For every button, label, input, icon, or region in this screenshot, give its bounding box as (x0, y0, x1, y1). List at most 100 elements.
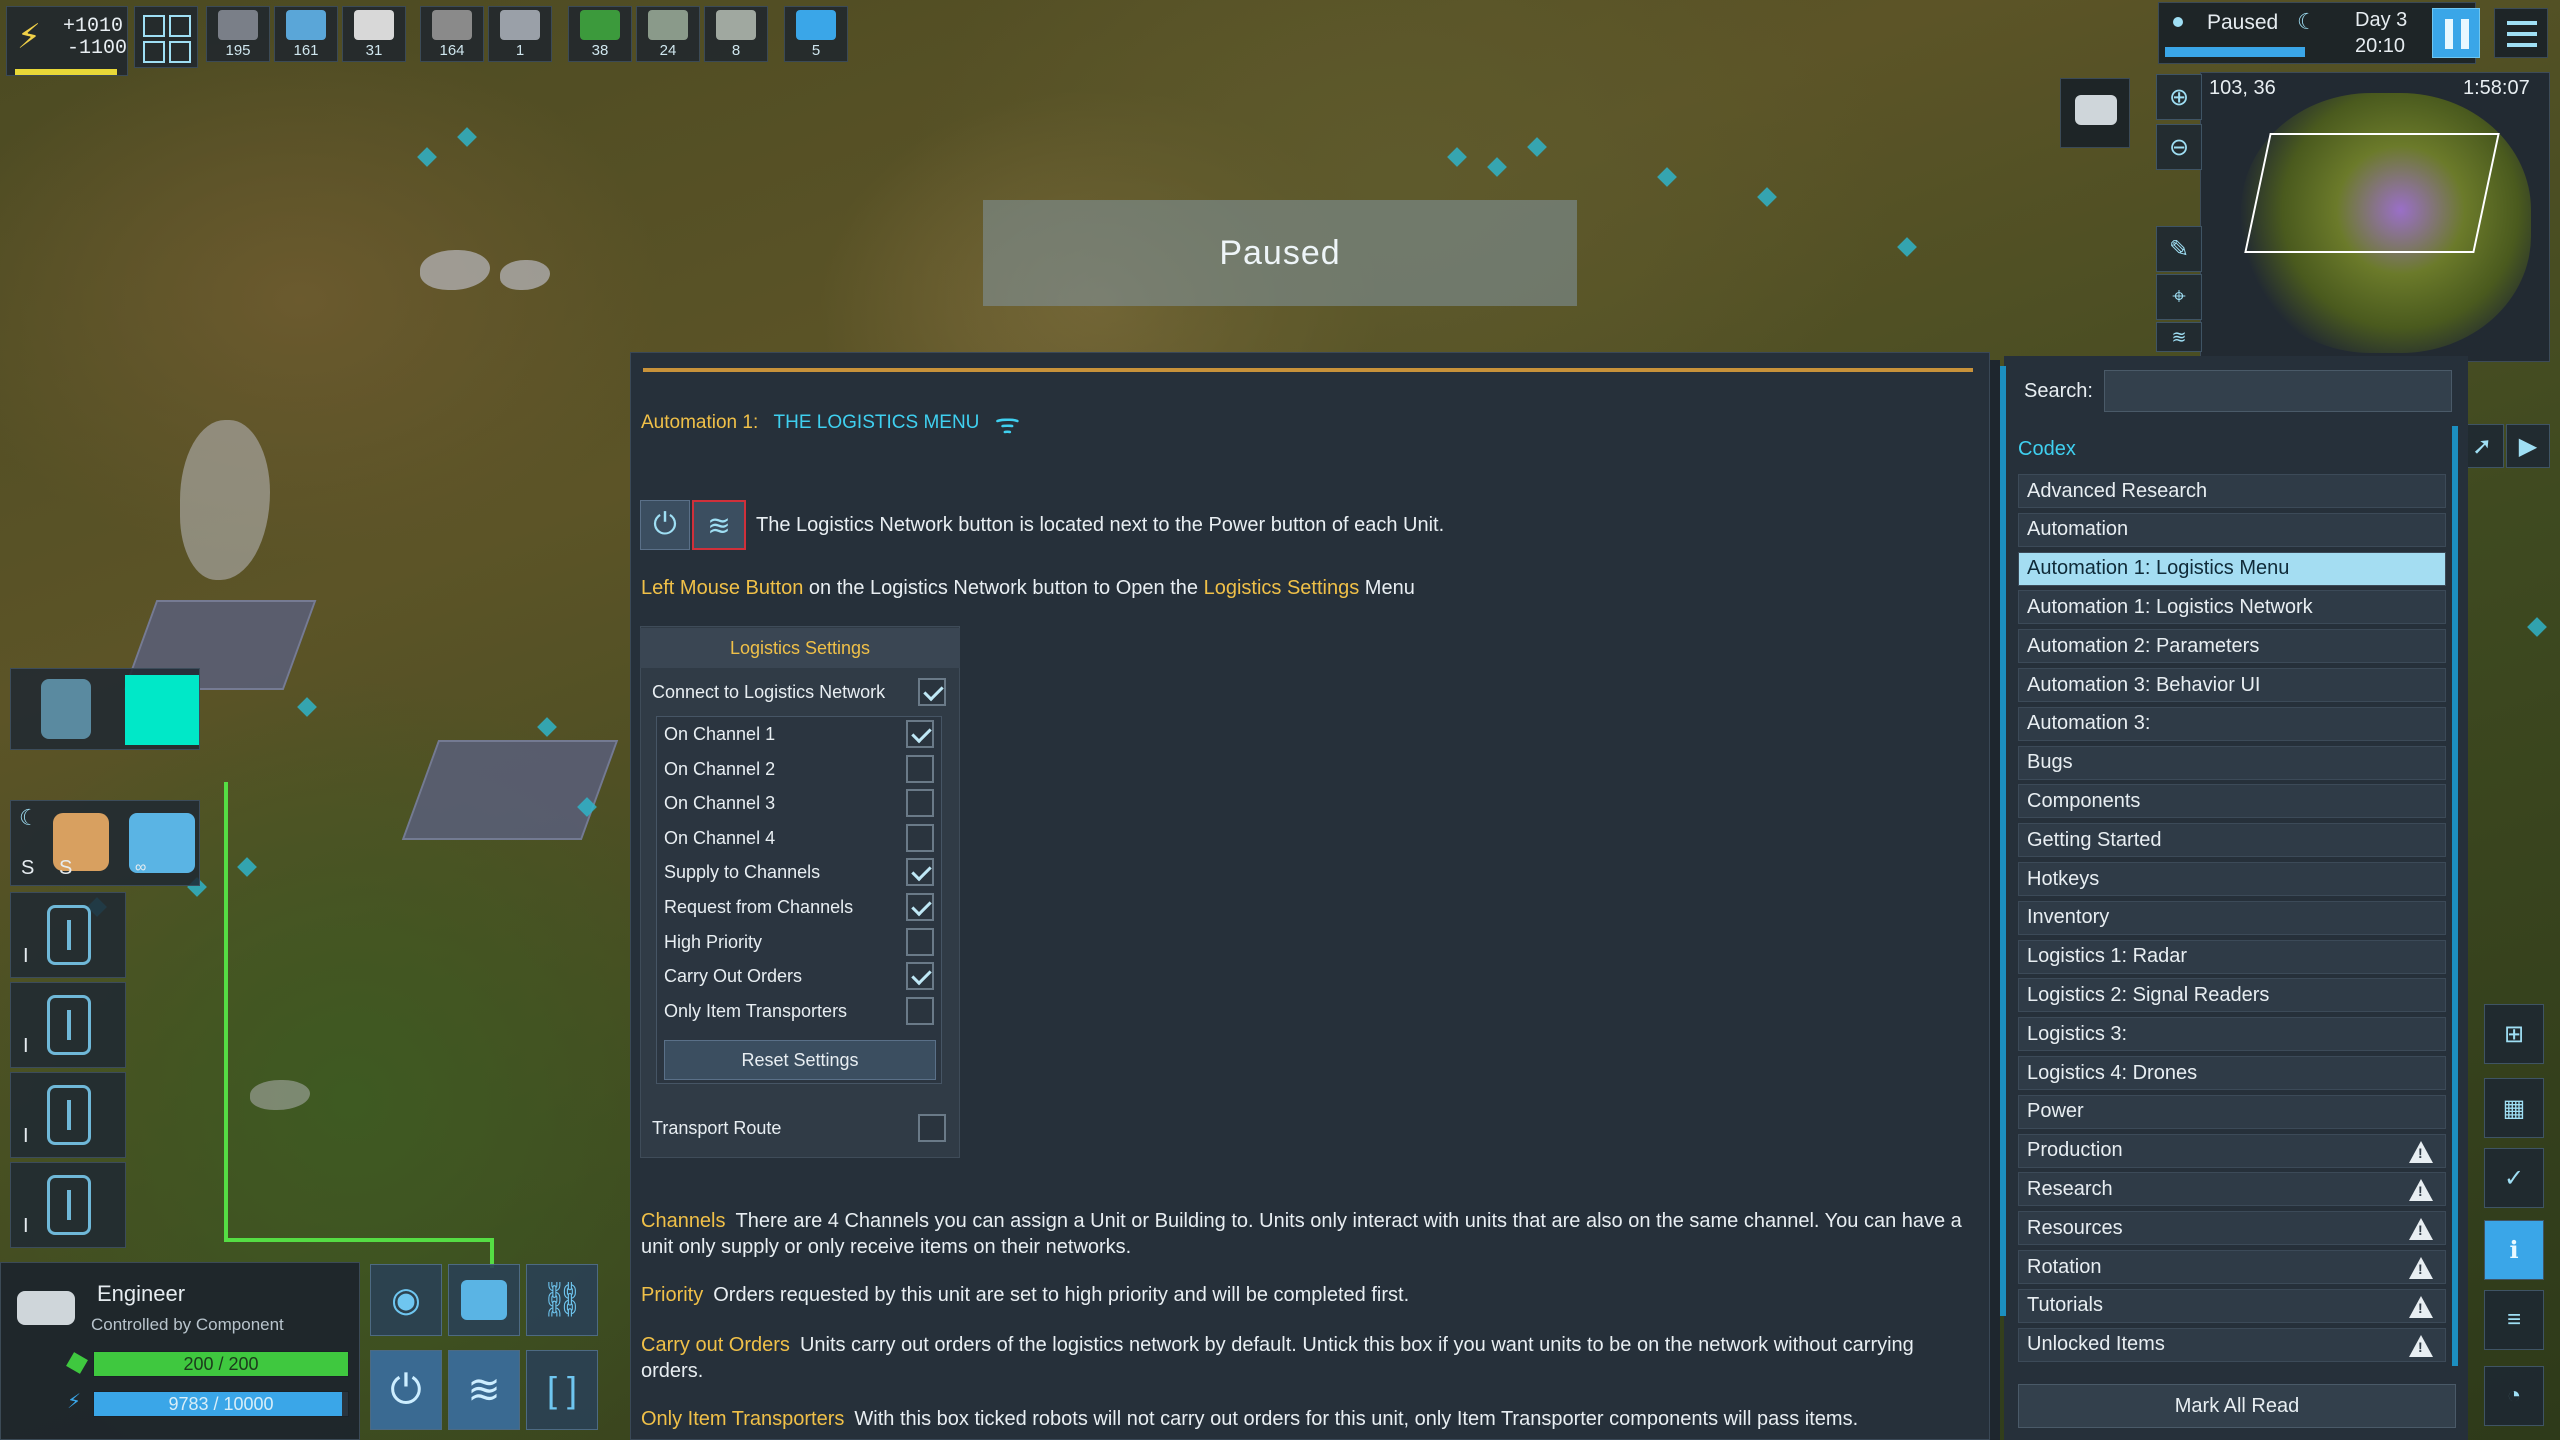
setting-option-checkbox[interactable] (906, 893, 934, 921)
connect-checkbox[interactable] (918, 678, 946, 706)
minimap[interactable]: 103, 36 1:58:07 (2200, 72, 2550, 362)
zoom-in-button[interactable]: ⊕ (2156, 74, 2202, 120)
wifi-icon: ≋ (2171, 326, 2187, 347)
map-pin-button[interactable]: ⌖ (2156, 274, 2202, 320)
setting-option-checkbox[interactable] (906, 754, 934, 783)
setting-option-checkbox[interactable] (906, 789, 934, 818)
time-label: 20:10 (2355, 35, 2406, 57)
codex-item[interactable]: Advanced Research (2018, 474, 2446, 508)
grid-menu-button[interactable] (134, 6, 198, 68)
codex-item[interactable]: Automation 3: (2018, 706, 2446, 741)
mark-all-read-button[interactable]: Mark All Read (2018, 1384, 2456, 1428)
unit-card-second[interactable]: ☾ S S ∞ (10, 800, 200, 886)
research-button[interactable]: ✓ (2484, 1148, 2544, 1208)
setting-option-checkbox[interactable] (906, 927, 934, 956)
selected-unit-thumb[interactable] (2060, 78, 2130, 148)
setting-option-label: On Channel 4 (664, 827, 776, 848)
draw-button[interactable]: ✎ (2156, 226, 2202, 272)
codex-item[interactable]: Automation 1: Logistics Network (2018, 590, 2446, 625)
camera-button[interactable]: ▶ (2506, 424, 2550, 468)
resource-count: 38 (591, 42, 609, 59)
resource-slot[interactable]: 5 (784, 6, 848, 62)
link-button[interactable]: ⛓ (526, 1264, 598, 1336)
zoom-out-button[interactable]: ⊖ (2156, 124, 2202, 170)
codex-item[interactable]: Production (2018, 1133, 2446, 1168)
codex-item[interactable]: Getting Started (2018, 823, 2446, 858)
unit-controller: Controlled by Component (91, 1315, 284, 1334)
bracket-icon: [ ] (546, 1369, 577, 1410)
reset-settings-button[interactable]: Reset Settings (664, 1040, 936, 1080)
codex-item[interactable]: Resources (2018, 1211, 2446, 1246)
list-button[interactable]: ≡ (2484, 1290, 2544, 1350)
codex-item[interactable]: Research (2018, 1172, 2446, 1207)
codex-item[interactable]: Automation (2018, 512, 2446, 547)
component-slot-3[interactable]: I (10, 1072, 126, 1158)
search-input[interactable] (2104, 370, 2452, 412)
power-indicator: ⚡ +1010 -1100 (6, 6, 128, 76)
codex-item-label: Automation (2027, 518, 2129, 541)
codex-item[interactable]: Logistics 3: (2018, 1017, 2446, 1052)
behavior-button[interactable]: [ ] (526, 1350, 598, 1430)
codex-item[interactable]: Bugs (2018, 745, 2446, 780)
warning-icon (2409, 1334, 2433, 1357)
paragraph-text: There are 4 Channels you can assign a Un… (641, 1210, 1962, 1258)
article-accent-line (643, 368, 1973, 372)
unit-card-top[interactable] (10, 668, 200, 750)
resource-slot[interactable]: 195 (206, 6, 270, 62)
resource-slot[interactable]: 8 (704, 6, 768, 62)
grid-button[interactable]: ▦ (2484, 1078, 2544, 1138)
resource-slot[interactable]: 1 (488, 6, 552, 62)
codex-item[interactable]: Components (2018, 784, 2446, 819)
structure-button[interactable]: ⊞ (2484, 1004, 2544, 1064)
map-coords: 103, 36 (2209, 77, 2276, 99)
codex-item-label: Bugs (2027, 751, 2073, 774)
signal-button[interactable]: ≋ (2156, 322, 2202, 352)
codex-item[interactable]: Logistics 1: Radar (2018, 939, 2446, 974)
codex-item[interactable]: Logistics 4: Drones (2018, 1056, 2446, 1090)
color-swatch[interactable] (125, 675, 199, 745)
component-slot-2[interactable]: I (10, 982, 126, 1068)
setting-option-checkbox[interactable] (906, 720, 934, 748)
resource-slot[interactable]: 24 (636, 6, 700, 62)
codex-list-scrollbar[interactable] (2452, 426, 2458, 1366)
setting-option-checkbox[interactable] (906, 962, 934, 991)
resource-count: 161 (293, 42, 319, 59)
component-slot-1[interactable]: I (10, 892, 126, 978)
setting-option-checkbox[interactable] (906, 858, 934, 887)
codex-item[interactable]: Automation 3: Behavior UI (2018, 668, 2446, 702)
resource-slot[interactable]: 31 (342, 6, 406, 62)
codex-item[interactable]: Hotkeys (2018, 862, 2446, 896)
item-slot-button[interactable] (448, 1264, 520, 1336)
codex-item-label: Logistics 1: Radar (2027, 945, 2188, 968)
setting-option-checkbox[interactable] (906, 996, 934, 1025)
component-slot-4[interactable]: I (10, 1162, 126, 1248)
setting-option-checkbox[interactable] (906, 823, 934, 852)
resource-slot[interactable]: 164 (420, 6, 484, 62)
building-icon (41, 679, 91, 739)
setting-option-label: On Channel 3 (664, 793, 776, 814)
paragraph-term: Carry out Orders (641, 1334, 790, 1356)
broadcast-button[interactable]: ◉ (370, 1264, 442, 1336)
article-scrollbar[interactable] (2000, 366, 2006, 1316)
logistics-network-button[interactable]: ≋ (448, 1350, 520, 1430)
codex-item[interactable]: Automation 1: Logistics Menu (2018, 551, 2446, 586)
power-toggle-button[interactable]: ⏻ (370, 1350, 442, 1430)
main-menu-button[interactable] (2494, 8, 2548, 58)
resource-slot[interactable]: 161 (274, 6, 338, 62)
codex-button[interactable]: ℹ (2484, 1220, 2544, 1280)
transport-route-checkbox[interactable] (918, 1114, 946, 1142)
power-icon: ⏻ (390, 1367, 422, 1412)
pause-button[interactable] (2432, 8, 2480, 58)
resource-slot[interactable]: 38 (568, 6, 632, 62)
codex-item[interactable]: Inventory (2018, 900, 2446, 935)
stats-button[interactable]: ◔ (2484, 1366, 2544, 1426)
metal-ore-icon (218, 10, 258, 40)
codex-item[interactable]: Unlocked Items (2018, 1327, 2446, 1362)
codex-item[interactable]: Logistics 2: Signal Readers (2018, 978, 2446, 1013)
codex-item[interactable]: Rotation (2018, 1250, 2446, 1284)
codex-item[interactable]: Power (2018, 1094, 2446, 1129)
codex-item[interactable]: Tutorials (2018, 1288, 2446, 1323)
power-minus: -1100 (67, 37, 128, 60)
codex-item[interactable]: Automation 2: Parameters (2018, 629, 2446, 664)
list-icon: ≡ (2506, 1306, 2521, 1333)
